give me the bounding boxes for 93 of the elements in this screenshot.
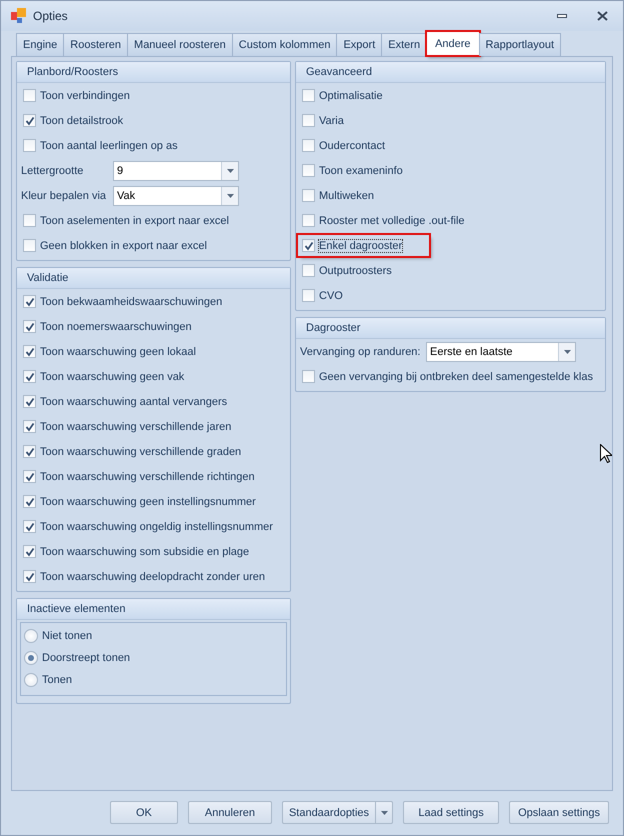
checkbox-label: Toon aselementen in export naar excel <box>40 214 229 226</box>
checkbox-label: Toon waarschuwing som subsidie en plage <box>40 546 250 558</box>
checkbox-label: Toon waarschuwing geen lokaal <box>40 346 196 358</box>
checkbox-label: Optimalisatie <box>319 90 383 102</box>
group-title: Dagrooster <box>296 318 605 339</box>
checkbox[interactable] <box>302 114 315 127</box>
field-label: Kleur bepalen via <box>21 190 108 202</box>
checkbox[interactable] <box>23 295 36 308</box>
tab[interactable]: Rapportlayout <box>478 33 562 56</box>
checkbox[interactable] <box>23 139 36 152</box>
checkbox[interactable] <box>302 164 315 177</box>
checkbox-label: Outputroosters <box>319 264 392 276</box>
checkbox[interactable] <box>23 345 36 358</box>
checkbox[interactable] <box>23 214 36 227</box>
checkbox[interactable] <box>23 445 36 458</box>
checkbox-label: Toon aantal leerlingen op as <box>40 140 178 152</box>
radio-button[interactable] <box>24 629 38 643</box>
checkbox[interactable] <box>23 114 36 127</box>
checkbox[interactable] <box>302 89 315 102</box>
checkbox[interactable] <box>23 495 36 508</box>
group-title: Geavanceerd <box>296 62 605 83</box>
checkbox[interactable] <box>23 420 36 433</box>
close-icon <box>596 11 608 21</box>
group-title: Inactieve elementen <box>17 599 290 620</box>
tab[interactable]: Manueel roosteren <box>127 33 233 56</box>
checkbox-label: Toon waarschuwing ongeldig instellingsnummer <box>40 520 273 532</box>
dropdown[interactable]: Vak <box>113 186 239 206</box>
tab[interactable]: Engine <box>16 33 64 56</box>
dialog-button[interactable]: Opslaan settings <box>509 801 609 824</box>
checkbox-label: Toon waarschuwing verschillende richtingen <box>40 470 255 482</box>
checkbox-label: Varia <box>319 114 344 126</box>
radio-label: Tonen <box>42 674 72 686</box>
dropdown-arrow-icon <box>226 168 234 172</box>
checkbox[interactable] <box>23 545 36 558</box>
group-title: Validatie <box>17 268 290 289</box>
dialog-button[interactable]: OK <box>110 801 178 824</box>
checkbox[interactable] <box>302 289 315 302</box>
checkbox-label: Toon waarschuwing geen instellingsnummer <box>40 496 256 508</box>
checkbox-label: Geen blokken in export naar excel <box>40 240 207 252</box>
dropdown[interactable]: Eerste en laatste <box>426 342 576 362</box>
dropdown[interactable]: 9 <box>113 160 239 180</box>
checkbox-label: Toon waarschuwing geen vak <box>40 370 184 382</box>
tab[interactable]: Extern <box>381 33 428 56</box>
checkbox-label: Toon detailstrook <box>40 114 124 126</box>
radio-label: Niet tonen <box>42 630 92 642</box>
checkbox-label: Rooster met volledige .out-file <box>319 214 465 226</box>
checkbox-label: Toon waarschuwing aantal vervangers <box>40 396 228 408</box>
checkbox[interactable] <box>23 320 36 333</box>
dialog-button[interactable]: Annuleren <box>188 801 272 824</box>
checkbox-label: Toon noemerswaarschuwingen <box>40 320 192 332</box>
tab[interactable]: Roosteren <box>63 33 128 56</box>
checkbox[interactable] <box>302 139 315 152</box>
dialog-button[interactable]: Laad settings <box>403 801 500 824</box>
checkbox[interactable] <box>23 370 36 383</box>
checkbox[interactable] <box>23 89 36 102</box>
checkbox[interactable] <box>23 395 36 408</box>
mouse-cursor-icon <box>600 444 612 463</box>
tab[interactable]: Export <box>336 33 382 56</box>
checkbox[interactable] <box>23 570 36 583</box>
checkbox-label: Toon waarschuwing verschillende graden <box>40 446 242 458</box>
checkbox-label: Toon exameninfo <box>319 164 403 176</box>
tab[interactable]: Custom kolommen <box>232 33 338 56</box>
checkbox-label: CVO <box>319 290 343 302</box>
split-button[interactable]: Standaardopties <box>282 801 394 824</box>
checkbox-label: Toon verbindingen <box>40 90 130 102</box>
checkbox-label: Toon bekwaamheidswaarschuwingen <box>40 296 222 308</box>
checkbox-label: Enkel dagrooster <box>319 240 402 252</box>
window-title: Opties <box>33 9 69 23</box>
radio-button[interactable] <box>24 651 38 665</box>
field-label: Vervanging op randuren: <box>300 346 422 358</box>
checkbox-label: Toon waarschuwing verschillende jaren <box>40 420 232 432</box>
dropdown-arrow-icon <box>226 194 234 198</box>
checkbox[interactable] <box>302 264 315 277</box>
checkbox-label: Oudercontact <box>319 140 386 152</box>
field-label: Lettergrootte <box>21 164 84 176</box>
tab[interactable]: Andere <box>426 31 480 56</box>
group-title: Planbord/Roosters <box>17 62 290 83</box>
checkbox[interactable] <box>302 214 315 227</box>
dropdown-arrow-icon <box>564 350 570 354</box>
checkbox[interactable] <box>302 370 315 383</box>
checkbox-label: Multiweken <box>319 190 374 202</box>
checkbox[interactable] <box>302 189 315 202</box>
checkbox[interactable] <box>23 239 36 252</box>
app-icon <box>11 8 27 24</box>
radio-label: Doorstreept tonen <box>42 652 130 664</box>
checkbox[interactable] <box>302 239 315 252</box>
radio-button[interactable] <box>24 673 38 687</box>
checkbox[interactable] <box>23 470 36 483</box>
dropdown-arrow-icon <box>380 810 388 814</box>
checkbox-label: Toon waarschuwing deelopdracht zonder uren <box>40 570 266 582</box>
minimize-icon <box>557 14 567 18</box>
checkbox[interactable] <box>23 520 36 533</box>
checkbox-label: Geen vervanging bij ontbreken deel samengestelde klas <box>319 370 593 382</box>
